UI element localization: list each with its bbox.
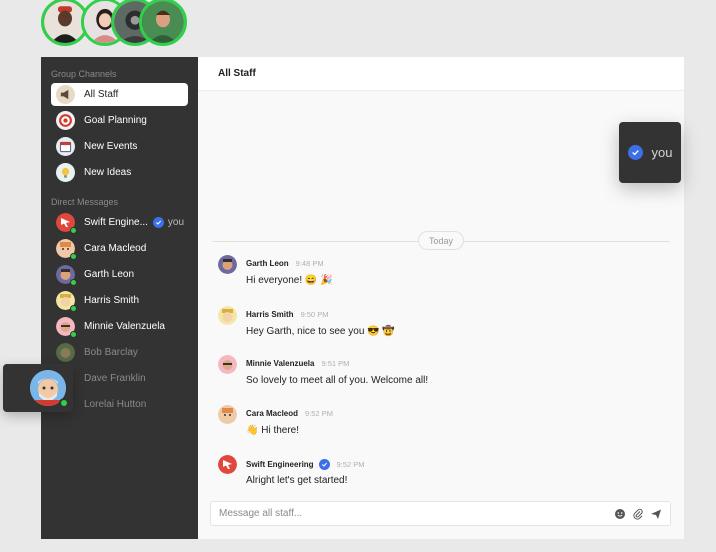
calendar-icon (56, 137, 75, 156)
dm-label: Swift Engine... (84, 217, 148, 228)
attachment-icon[interactable] (632, 508, 644, 520)
message-author[interactable]: Harris Smith (246, 310, 294, 319)
message-text: So lovely to meet all of you. Welcome al… (246, 375, 429, 386)
dm-label: Cara Macleod (84, 243, 147, 254)
chat-header: All Staff (198, 57, 684, 91)
dragged-avatar-card[interactable] (3, 364, 73, 412)
dm-harris-smith[interactable]: Harris Smith (51, 289, 196, 312)
avatar[interactable] (218, 255, 237, 274)
message-time: 9:52 PM (305, 409, 333, 418)
avatar[interactable] (218, 455, 237, 474)
avatar (56, 239, 77, 260)
message-text: Hey Garth, nice to see you 😎 🤠 (246, 326, 395, 337)
message-input[interactable] (219, 508, 599, 519)
avatar (56, 291, 77, 312)
message-text: Hi everyone! 😄 🎉 (246, 275, 333, 286)
channel-new-events[interactable]: New Events (51, 135, 188, 158)
channel-new-ideas[interactable]: New Ideas (51, 161, 188, 184)
send-icon[interactable] (650, 508, 662, 520)
avatar[interactable] (218, 405, 237, 424)
channel-label: All Staff (84, 89, 119, 100)
direct-messages-heading: Direct Messages (51, 197, 119, 207)
message-time: 9:52 PM (336, 460, 365, 469)
message-time: 9:50 PM (300, 310, 329, 319)
message-time: 9:48 PM (295, 259, 324, 268)
message-author[interactable]: Minnie Valenzuela (246, 359, 314, 368)
avatar[interactable] (218, 355, 237, 374)
channel-goal-planning[interactable]: Goal Planning (51, 109, 188, 132)
dm-label: Minnie Valenzuela (84, 321, 165, 332)
channel-label: Goal Planning (84, 115, 147, 126)
emoji-icon[interactable] (614, 508, 626, 520)
message-text: 👋 Hi there! (246, 425, 300, 436)
you-drag-card[interactable]: you (619, 122, 681, 183)
day-separator: Today (418, 231, 464, 250)
dm-cara-macleod[interactable]: Cara Macleod (51, 237, 196, 260)
dm-swift-engineering[interactable]: Swift Engine... you (51, 211, 196, 234)
you-label: you (651, 145, 673, 160)
message-text: Alright let's get started! (246, 475, 348, 486)
dm-label: Garth Leon (84, 269, 135, 280)
channel-label: New Events (84, 141, 138, 152)
verified-icon (318, 459, 330, 470)
page-title: All Staff (218, 68, 256, 79)
message-author[interactable]: Garth Leon (246, 259, 289, 268)
message-time: 9:51 PM (321, 359, 350, 368)
target-icon (56, 111, 75, 130)
verified-icon (152, 217, 164, 228)
you-tag: you (167, 217, 185, 228)
dm-garth-leon[interactable]: Garth Leon (51, 263, 196, 286)
sidebar: Group Channels All Staff Goal Planning N… (41, 57, 198, 539)
dm-label: Dave Franklin (84, 373, 146, 384)
avatar (56, 343, 75, 362)
dm-label: Lorelai Hutton (84, 399, 147, 410)
dm-label: Harris Smith (84, 295, 140, 306)
avatar[interactable] (218, 306, 237, 325)
composer-tools (614, 508, 662, 520)
channel-all-staff[interactable]: All Staff (51, 83, 188, 106)
chat-panel: All Staff Today Garth Leon 9:48 PM Hi eve… (198, 57, 684, 539)
lightbulb-icon (56, 163, 75, 182)
channel-label: New Ideas (84, 167, 132, 178)
megaphone-icon (56, 85, 75, 104)
avatar (56, 213, 77, 234)
dm-minnie-valenzuela[interactable]: Minnie Valenzuela (51, 315, 196, 338)
avatar (56, 317, 77, 338)
message-author[interactable]: Swift Engineering (246, 460, 314, 469)
avatar[interactable] (139, 0, 187, 46)
top-avatar-group (41, 0, 187, 48)
dm-bob-barclay[interactable]: Bob Barclay (51, 341, 196, 364)
avatar (56, 265, 77, 286)
message-author[interactable]: Cara Macleod (246, 409, 298, 418)
dm-label: Bob Barclay (84, 347, 138, 358)
group-channels-heading: Group Channels (51, 69, 117, 79)
online-status-dot (59, 398, 69, 408)
verified-icon (627, 145, 643, 160)
message-composer (210, 501, 671, 526)
